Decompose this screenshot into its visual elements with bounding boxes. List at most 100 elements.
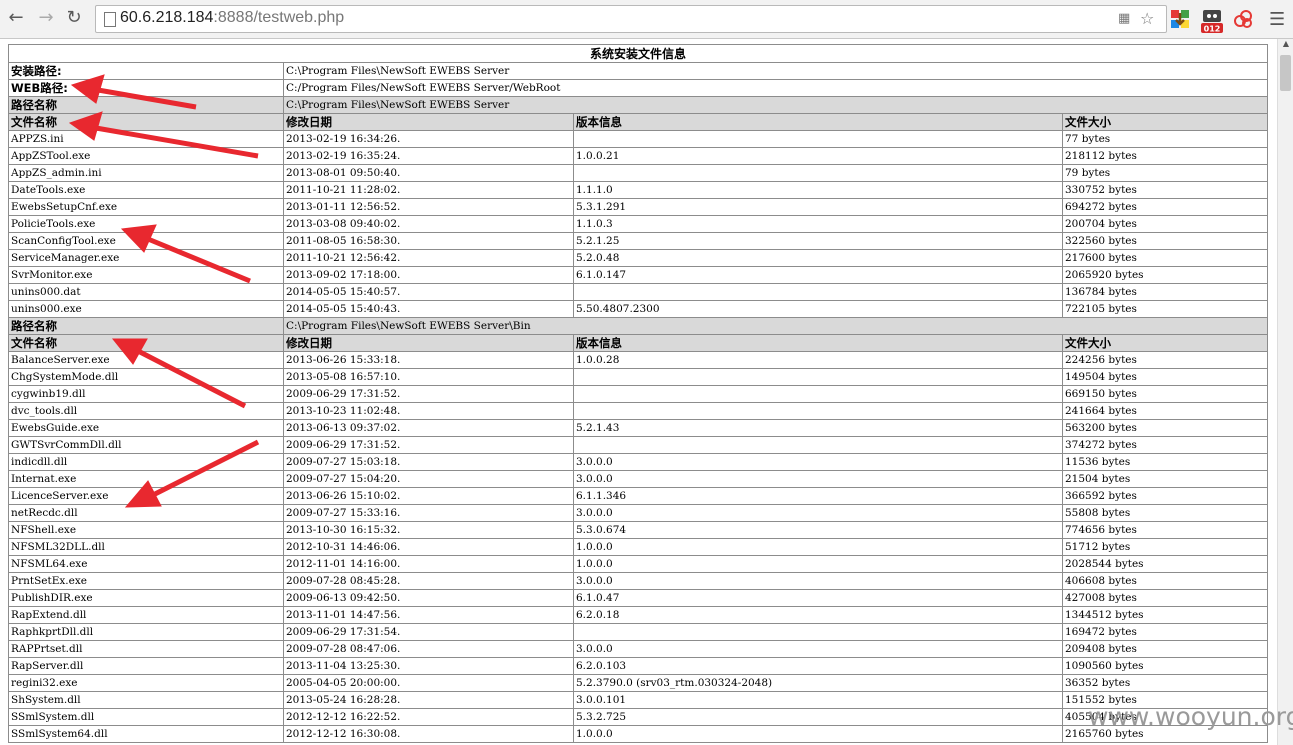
extension-cloud-icon[interactable] xyxy=(1233,9,1253,29)
version-cell: 6.1.0.147 xyxy=(573,266,1063,284)
reload-icon[interactable]: ↻ xyxy=(64,8,84,28)
table-row: netRecdc.dll 2009-07-27 15:33:16. 3.0.0.0 5… xyxy=(8,504,1268,522)
url-text[interactable]: 60.6.218.184:8888/testweb.php xyxy=(120,9,344,27)
file-size-cell: 21504 bytes xyxy=(1062,470,1268,488)
version-cell: 1.1.0.3 xyxy=(573,215,1063,233)
table-row: LicenceServer.exe 2013-06-26 15:10:02. 6.1… xyxy=(8,487,1268,505)
watermark: www.wooyun.org xyxy=(1088,702,1293,731)
section-path-value: C:\Program Files\NewSoft EWEBS Server\Bi… xyxy=(283,317,1268,335)
back-arrow-icon[interactable]: ← xyxy=(6,8,26,28)
file-name-cell: RapServer.dll xyxy=(8,657,284,675)
modified-date-cell: 2013-10-30 16:15:32. xyxy=(283,521,574,539)
translate-icon[interactable]: ▦ xyxy=(1118,11,1130,26)
header-file-name: 文件名称 xyxy=(8,113,284,131)
modified-date-cell: 2009-06-13 09:42:50. xyxy=(283,589,574,607)
file-name-cell: PolicieTools.exe xyxy=(8,215,284,233)
modified-date-cell: 2011-10-21 11:28:02. xyxy=(283,181,574,199)
modified-date-cell: 2011-08-05 16:58:30. xyxy=(283,232,574,250)
file-name-cell: ServiceManager.exe xyxy=(8,249,284,267)
title-row: 系统安装文件信息 xyxy=(8,44,1268,63)
modified-date-cell: 2013-08-01 09:50:40. xyxy=(283,164,574,182)
file-size-cell: 149504 bytes xyxy=(1062,368,1268,386)
file-size-cell: 2028544 bytes xyxy=(1062,555,1268,573)
file-name-cell: SvrMonitor.exe xyxy=(8,266,284,284)
file-name-cell: RaphkprtDll.dll xyxy=(8,623,284,641)
version-cell: 5.3.0.674 xyxy=(573,521,1063,539)
table-row: cygwinb19.dll 2009-06-29 17:31:52. 669150 … xyxy=(8,385,1268,403)
version-cell: 3.0.0.101 xyxy=(573,691,1063,709)
file-size-cell: 669150 bytes xyxy=(1062,385,1268,403)
table-row: RaphkprtDll.dll 2009-06-29 17:31:54. 16947… xyxy=(8,623,1268,641)
address-bar[interactable]: 60.6.218.184:8888/testweb.php ▦ ☆ xyxy=(95,5,1167,33)
modified-date-cell: 2012-11-01 14:16:00. xyxy=(283,555,574,573)
extension-download-icon[interactable] xyxy=(1170,9,1190,29)
scroll-thumb[interactable] xyxy=(1280,55,1291,91)
version-cell: 1.0.0.0 xyxy=(573,538,1063,556)
file-size-cell: 55808 bytes xyxy=(1062,504,1268,522)
file-name-cell: EwebsGuide.exe xyxy=(8,419,284,437)
modified-date-cell: 2009-07-27 15:04:20. xyxy=(283,470,574,488)
table-row: EwebsSetupCnf.exe 2013-01-11 12:56:52. 5.3… xyxy=(8,198,1268,216)
version-cell: 6.1.1.346 xyxy=(573,487,1063,505)
version-cell: 3.0.0.0 xyxy=(573,504,1063,522)
file-size-cell: 218112 bytes xyxy=(1062,147,1268,165)
table-row: PolicieTools.exe 2013-03-08 09:40:02. 1.1.… xyxy=(8,215,1268,233)
file-name-cell: PublishDIR.exe xyxy=(8,589,284,607)
file-name-cell: netRecdc.dll xyxy=(8,504,284,522)
version-cell: 1.0.0.21 xyxy=(573,147,1063,165)
table-row: ShSystem.dll 2013-05-24 16:28:28. 3.0.0.10… xyxy=(8,691,1268,709)
modified-date-cell: 2013-06-26 15:33:18. xyxy=(283,351,574,369)
modified-date-cell: 2013-05-08 16:57:10. xyxy=(283,368,574,386)
version-cell: 5.3.1.291 xyxy=(573,198,1063,216)
vertical-scrollbar[interactable]: ▲ xyxy=(1277,39,1293,745)
modified-date-cell: 2009-06-29 17:31:52. xyxy=(283,436,574,454)
version-cell: 6.1.0.47 xyxy=(573,589,1063,607)
bookmark-star-icon[interactable]: ☆ xyxy=(1140,9,1154,28)
file-name-cell: PrntSetEx.exe xyxy=(8,572,284,590)
modified-date-cell: 2013-02-19 16:34:26. xyxy=(283,130,574,148)
table-row: RAPPrtset.dll 2009-07-28 08:47:06. 3.0.0.0… xyxy=(8,640,1268,658)
forward-arrow-icon[interactable]: → xyxy=(36,8,56,28)
file-name-cell: DateTools.exe xyxy=(8,181,284,199)
section-path-row: 路径名称 C:\Program Files\NewSoft EWEBS Serve… xyxy=(8,317,1268,335)
menu-icon[interactable]: ☰ xyxy=(1269,9,1285,30)
table-row: unins000.exe 2014-05-05 15:40:43. 5.50.480… xyxy=(8,300,1268,318)
file-name-cell: NFSML64.exe xyxy=(8,555,284,573)
file-size-cell: 330752 bytes xyxy=(1062,181,1268,199)
version-cell: 1.1.1.0 xyxy=(573,181,1063,199)
file-info-table: 系统安装文件信息 安装路径: C:\Program Files\NewSoft … xyxy=(8,44,1268,743)
extension-robot-icon[interactable]: 012 xyxy=(1200,8,1224,34)
file-name-cell: BalanceServer.exe xyxy=(8,351,284,369)
version-cell: 3.0.0.0 xyxy=(573,453,1063,471)
modified-date-cell: 2009-06-29 17:31:52. xyxy=(283,385,574,403)
modified-date-cell: 2013-11-01 14:47:56. xyxy=(283,606,574,624)
table-row: AppZSTool.exe 2013-02-19 16:35:24. 1.0.0.2… xyxy=(8,147,1268,165)
version-cell: 5.2.0.48 xyxy=(573,249,1063,267)
file-size-cell: 366592 bytes xyxy=(1062,487,1268,505)
file-name-cell: ShSystem.dll xyxy=(8,691,284,709)
file-name-cell: ScanConfigTool.exe xyxy=(8,232,284,250)
version-cell xyxy=(573,164,1063,182)
version-cell xyxy=(573,402,1063,420)
modified-date-cell: 2009-06-29 17:31:54. xyxy=(283,623,574,641)
version-cell: 5.2.3790.0 (srv03_rtm.030324-2048) xyxy=(573,674,1063,692)
file-name-cell: LicenceServer.exe xyxy=(8,487,284,505)
file-size-cell: 694272 bytes xyxy=(1062,198,1268,216)
file-size-cell: 51712 bytes xyxy=(1062,538,1268,556)
table-row: DateTools.exe 2011-10-21 11:28:02. 1.1.1.0… xyxy=(8,181,1268,199)
version-cell: 5.2.1.43 xyxy=(573,419,1063,437)
version-cell xyxy=(573,130,1063,148)
version-cell: 3.0.0.0 xyxy=(573,470,1063,488)
file-name-cell: unins000.exe xyxy=(8,300,284,318)
file-size-cell: 209408 bytes xyxy=(1062,640,1268,658)
scroll-up-arrow-icon[interactable]: ▲ xyxy=(1278,39,1293,53)
table-row: SSmlSystem64.dll 2012-12-12 16:30:08. 1.0.… xyxy=(8,725,1268,743)
file-size-cell: 200704 bytes xyxy=(1062,215,1268,233)
modified-date-cell: 2013-01-11 12:56:52. xyxy=(283,198,574,216)
file-size-cell: 77 bytes xyxy=(1062,130,1268,148)
modified-date-cell: 2014-05-05 15:40:43. xyxy=(283,300,574,318)
web-path-row: WEB路径: C:/Program Files/NewSoft EWEBS Se… xyxy=(8,79,1268,97)
modified-date-cell: 2014-05-05 15:40:57. xyxy=(283,283,574,301)
version-cell: 5.3.2.725 xyxy=(573,708,1063,726)
install-path-row: 安装路径: C:\Program Files\NewSoft EWEBS Ser… xyxy=(8,62,1268,80)
